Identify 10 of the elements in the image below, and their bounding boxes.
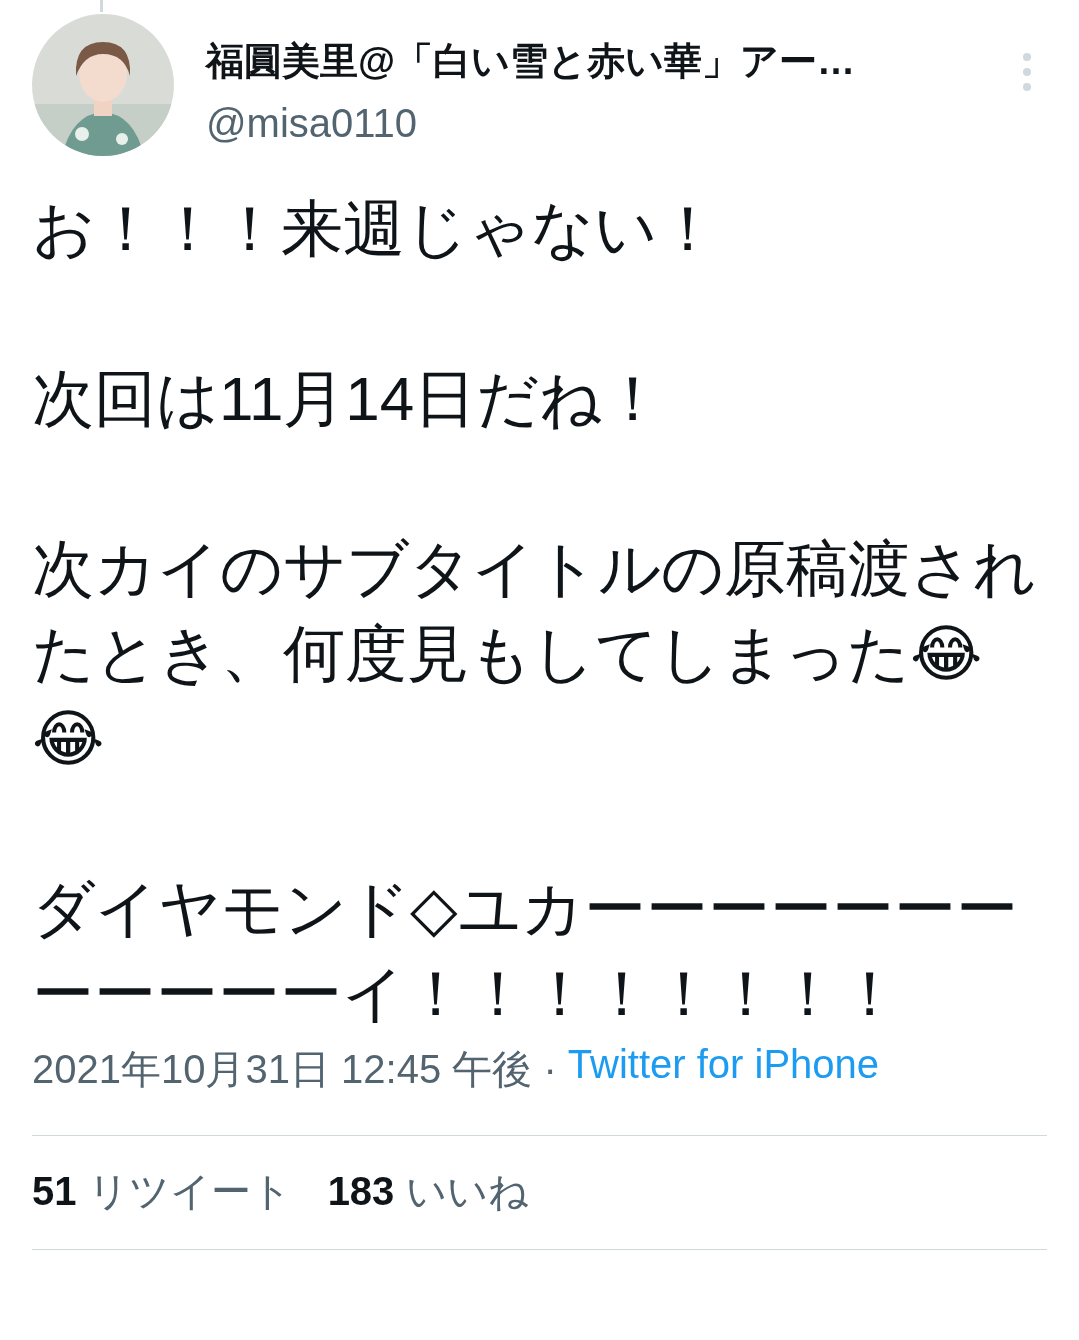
username[interactable]: @misa0110: [206, 101, 989, 146]
tweet-text: お！！！来週じゃない！: [32, 193, 720, 265]
stat-count[interactable]: 183 いいね: [327, 1164, 529, 1219]
stat-count[interactable]: 51 リツイート: [32, 1164, 292, 1219]
more-icon[interactable]: [1021, 52, 1033, 92]
tweet-text: ダイヤモンド◇ユカーーーーーーーーーーーーイ！！！！！！！！: [32, 873, 1019, 1030]
tweet-text: 次カイのサブタイトルの原稿渡されたとき、何度見もしてしまった😂😂: [32, 533, 1037, 775]
timestamp[interactable]: 2021年10月31日 12:45 午後 ·: [32, 1042, 568, 1097]
display-name[interactable]: 福圓美里@「白い雪と赤い華」アー…: [206, 36, 989, 87]
tweet-text: 次回は11月14日だね！: [32, 363, 666, 435]
